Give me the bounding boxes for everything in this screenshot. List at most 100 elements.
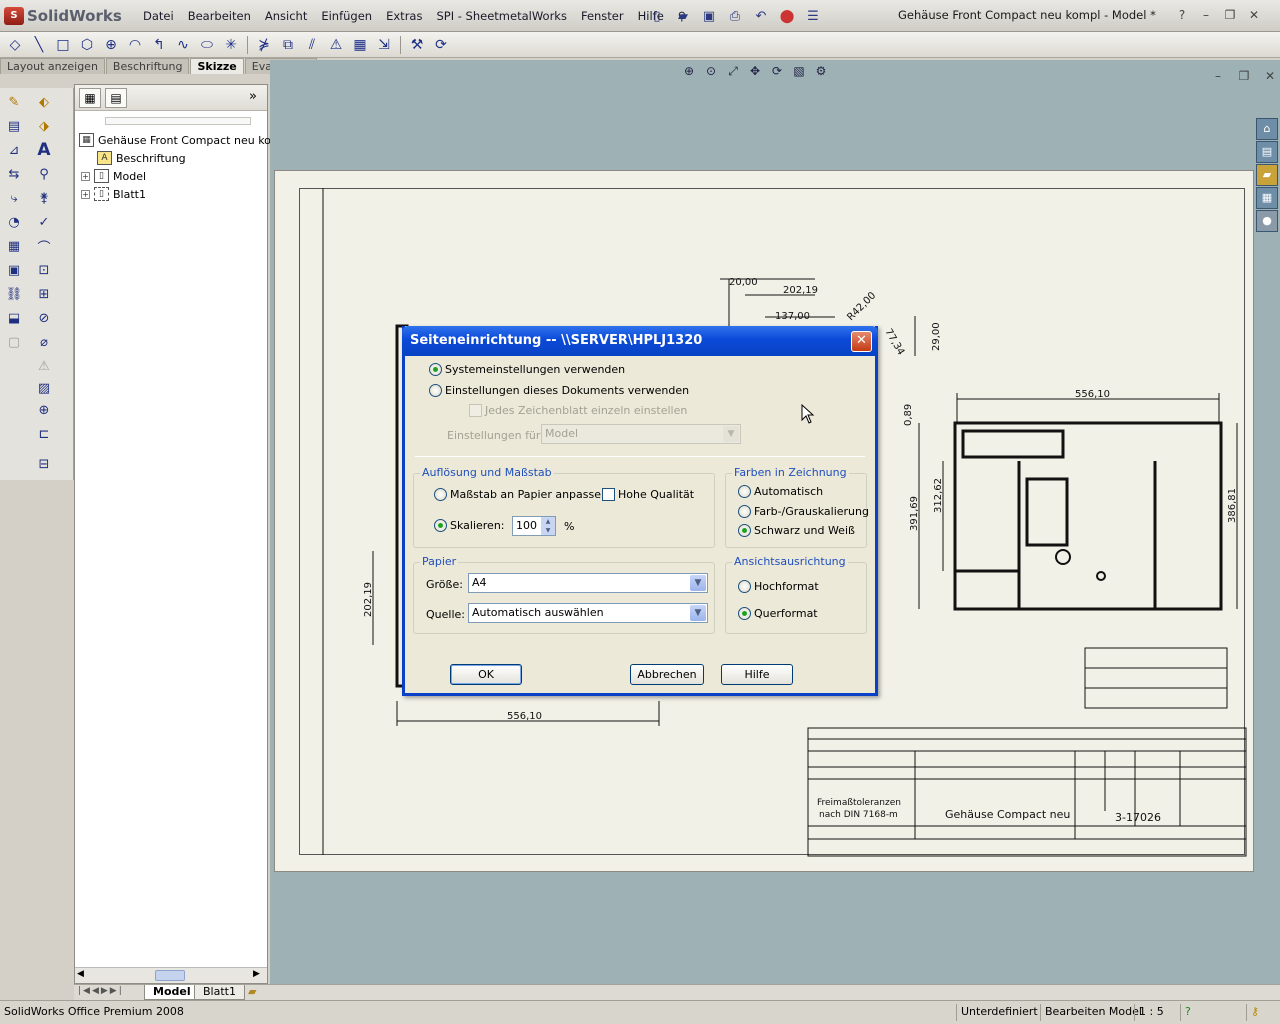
tab-layout-anzeigen[interactable]: Layout anzeigen — [0, 58, 105, 74]
checkbox-each-sheet[interactable] — [469, 404, 482, 417]
extend-icon[interactable]: ⤷ — [4, 188, 24, 208]
expand-plus-icon[interactable]: + — [81, 171, 90, 181]
radio-landscape[interactable] — [738, 607, 751, 620]
text-icon[interactable]: A — [34, 140, 54, 160]
chain-icon[interactable]: ⛓ — [4, 284, 24, 304]
spin-down-icon[interactable]: ▼ — [541, 526, 555, 535]
radio-color-bw[interactable] — [738, 524, 751, 537]
hole-callout-icon[interactable]: ⊏ — [34, 424, 54, 444]
tangent-arc-icon[interactable]: ↰ — [148, 34, 170, 56]
expand-panel-icon[interactable]: » — [249, 89, 257, 104]
line-icon[interactable]: ╲ — [28, 34, 50, 56]
balloon-icon[interactable]: ⚵ — [34, 188, 54, 208]
checkmark-icon[interactable]: ✓ — [34, 212, 54, 232]
menu-extras[interactable]: Extras — [379, 7, 429, 25]
radio-portrait[interactable] — [738, 580, 751, 593]
radio-scale[interactable] — [434, 519, 447, 532]
scroll-thumb[interactable] — [155, 970, 185, 981]
menu-einfuegen[interactable]: Einfügen — [314, 7, 379, 25]
sheet-tab-model[interactable]: Model — [144, 985, 200, 1000]
paper-source-select[interactable]: Automatisch auswählen ▼ — [468, 603, 708, 623]
ellipse-icon[interactable]: ⬭ — [196, 34, 218, 56]
relations-icon[interactable]: ⚠ — [325, 34, 347, 56]
design-library-icon[interactable]: ▤ — [1256, 141, 1278, 163]
image-icon[interactable]: ▣ — [4, 260, 24, 280]
table-insert-icon[interactable]: ⊟ — [34, 454, 54, 474]
add-sheet-icon[interactable]: ▰ — [248, 985, 256, 998]
tree-item-blatt1[interactable]: + ▯ Blatt1 — [81, 185, 146, 203]
radio-fit-to-paper[interactable] — [434, 488, 447, 501]
options-icon[interactable]: ☰ — [802, 6, 824, 26]
view-settings-icon[interactable]: ⚙ — [812, 64, 830, 82]
property-manager-tab-icon[interactable]: ▤ — [105, 88, 127, 108]
settings-for-select[interactable]: Model ▼ — [541, 424, 741, 444]
circle-icon[interactable]: ⊕ — [100, 34, 122, 56]
point-icon[interactable]: ✳ — [220, 34, 242, 56]
quick-tips-icon[interactable]: ? — [1180, 1004, 1195, 1021]
move-entities-icon[interactable]: ⇲ — [373, 34, 395, 56]
zoom-in-out-icon[interactable]: ⤢ — [724, 64, 742, 82]
tree-root[interactable]: ▦ Gehäuse Front Compact neu kompl — [79, 131, 292, 149]
feature-tree-tab-icon[interactable]: ▦ — [79, 88, 101, 108]
measure-icon[interactable]: ⬗ — [34, 116, 54, 136]
close-icon[interactable]: ✕ — [1244, 5, 1264, 25]
file-explorer-icon[interactable]: ▰ — [1256, 164, 1278, 186]
eraser-icon[interactable]: ⬖ — [34, 92, 54, 112]
open-folder-icon[interactable]: ▰ — [672, 6, 694, 26]
grid-icon[interactable]: ▤ — [4, 116, 24, 136]
zoom-fit-icon[interactable]: ⊕ — [680, 64, 698, 82]
construction-icon[interactable]: ⊿ — [4, 140, 24, 160]
ok-button[interactable]: OK — [450, 664, 522, 685]
pan-icon[interactable]: ✥ — [746, 64, 764, 82]
rapid-sketch-icon[interactable]: ⟳ — [430, 34, 452, 56]
solidworks-logo[interactable]: S SolidWorks — [4, 5, 122, 27]
sheet-tab-blatt1[interactable]: Blatt1 — [194, 985, 245, 1000]
rotate-icon[interactable]: ⟳ — [768, 64, 786, 82]
appearances-icon[interactable]: ● — [1256, 210, 1278, 232]
note-icon[interactable]: ⊞ — [34, 284, 54, 304]
viewport-minimize-icon[interactable]: – — [1208, 66, 1228, 86]
help-icon[interactable]: ? — [1172, 5, 1192, 25]
tab-beschriftung[interactable]: Beschriftung — [105, 58, 190, 74]
viewport-close-icon[interactable]: ✕ — [1260, 66, 1280, 86]
new-document-icon[interactable]: ▯ — [646, 6, 668, 26]
offset-icon[interactable]: ⧉ — [277, 34, 299, 56]
tab-scroll-arrows-icon[interactable]: |◀◀▶▶| — [78, 986, 124, 996]
table-icon[interactable]: ▦ — [4, 236, 24, 256]
scale-spinner[interactable]: 100 ▲ ▼ — [512, 516, 556, 536]
expand-plus-icon[interactable]: + — [81, 189, 90, 199]
menu-spi-sheetmetalworks[interactable]: SPI - SheetmetalWorks — [429, 7, 573, 25]
mirror-icon[interactable]: ⫽ — [301, 34, 323, 56]
radio-document-settings[interactable] — [429, 384, 442, 397]
spline-icon[interactable]: ∿ — [172, 34, 194, 56]
minimize-icon[interactable]: – — [1196, 5, 1216, 25]
rebuild-traffic-light-icon[interactable]: ⬤ — [776, 6, 798, 26]
surface-finish-icon[interactable]: ⊘ — [34, 308, 54, 328]
trim-icon[interactable]: ⋡ — [253, 34, 275, 56]
menu-ansicht[interactable]: Ansicht — [258, 7, 314, 25]
convert-icon[interactable]: ⇆ — [4, 164, 24, 184]
paper-size-select[interactable]: A4 ▼ — [468, 573, 708, 593]
rectangle-icon[interactable]: □ — [52, 34, 74, 56]
cancel-button[interactable]: Abbrechen — [630, 664, 704, 685]
help-button[interactable]: Hilfe — [721, 664, 793, 685]
viewport-restore-icon[interactable]: ❐ — [1234, 66, 1254, 86]
smart-dimension-icon[interactable]: ◇ — [4, 34, 26, 56]
arc-icon[interactable]: ◠ — [124, 34, 146, 56]
sketch-icon[interactable]: ✎ — [4, 92, 24, 112]
magnify-icon[interactable]: ⚲ — [34, 164, 54, 184]
weld-icon[interactable]: ⌀ — [34, 332, 54, 352]
fillet-icon[interactable]: ◔ — [4, 212, 24, 232]
scroll-right-icon[interactable]: ▶ — [253, 969, 260, 979]
zoom-area-icon[interactable]: ⊙ — [702, 64, 720, 82]
scroll-left-icon[interactable]: ◀ — [77, 969, 84, 979]
polygon-icon[interactable]: ⬡ — [76, 34, 98, 56]
pattern-icon[interactable]: ▦ — [349, 34, 371, 56]
view-palette-icon[interactable]: ▦ — [1256, 187, 1278, 209]
curve-icon[interactable]: ⌒ — [34, 236, 54, 256]
horizontal-scrollbar[interactable]: ◀ ▶ — [75, 967, 267, 983]
undo-icon[interactable]: ↶ — [750, 6, 772, 26]
datum-icon[interactable]: ⊡ — [34, 260, 54, 280]
hatch-icon[interactable]: ▨ — [34, 378, 54, 398]
center-mark-icon[interactable]: ⊕ — [34, 400, 54, 420]
